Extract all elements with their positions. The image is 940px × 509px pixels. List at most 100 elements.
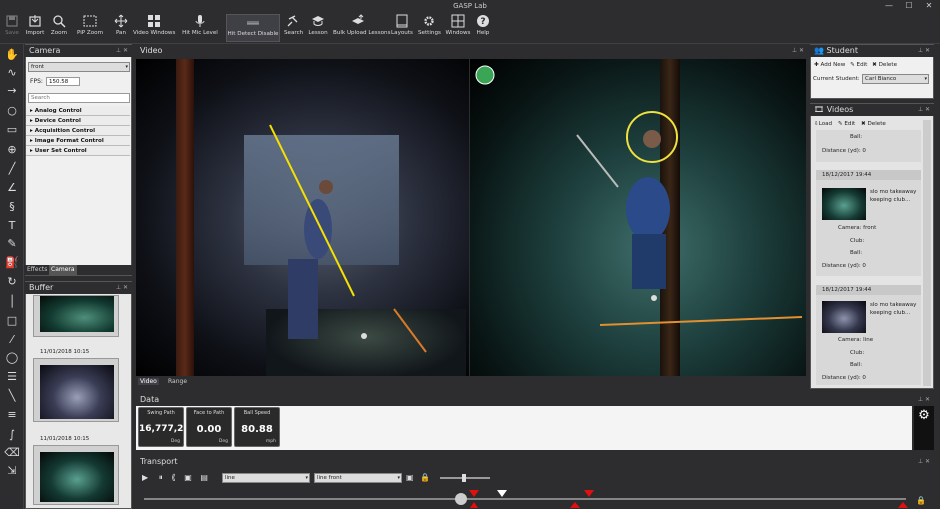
export-icon[interactable]: ⇲ xyxy=(4,464,20,478)
rewind-icon[interactable]: ⟪ xyxy=(171,473,175,482)
delete-video-button[interactable]: ✖ Delete xyxy=(861,121,886,127)
import-icon xyxy=(29,15,41,27)
maximize-button[interactable]: ☐ xyxy=(900,0,918,12)
pen-icon[interactable]: ∿ xyxy=(4,66,20,80)
grid-icon[interactable]: ≡ xyxy=(4,408,20,422)
marker-red[interactable] xyxy=(470,502,478,508)
videos-scrollbar[interactable] xyxy=(923,120,931,386)
buffer-thumb-1[interactable] xyxy=(33,358,119,422)
lock-icon[interactable]: 🔒 xyxy=(420,473,430,482)
arrow-icon[interactable]: → xyxy=(4,84,20,98)
marker-red[interactable] xyxy=(584,490,594,497)
spine-icon[interactable]: § xyxy=(4,200,20,214)
search-button[interactable]: Search xyxy=(284,14,303,42)
pip-zoom-button[interactable]: PiP Zoom xyxy=(76,14,104,42)
load-button[interactable]: ⇩Load xyxy=(814,121,832,127)
rotate-icon[interactable]: ↻ xyxy=(4,275,20,289)
buffer-thumb-0[interactable] xyxy=(33,295,119,337)
close-button[interactable]: ✕ xyxy=(920,0,938,12)
hit-mic-level-button[interactable]: Hit Mic Level xyxy=(182,14,218,42)
speed-slider-thumb[interactable] xyxy=(462,474,466,482)
text-icon[interactable]: T xyxy=(4,219,20,233)
timeline-thumb[interactable] xyxy=(455,493,467,505)
ellipse-icon[interactable]: ◯ xyxy=(4,351,20,365)
dropper-icon[interactable]: ⁄ xyxy=(4,333,20,347)
camera-select[interactable]: front ▾ xyxy=(28,62,130,72)
layouts-button[interactable]: Layouts xyxy=(390,14,414,42)
diagonal-icon[interactable]: ╲ xyxy=(4,389,20,403)
circle-icon[interactable]: ○ xyxy=(4,104,20,118)
pin-icon[interactable]: ⊥ ✕ xyxy=(116,282,128,294)
target-icon[interactable]: ⊕ xyxy=(4,143,20,157)
hand-icon[interactable]: ✋ xyxy=(4,48,20,62)
tree-device-control[interactable]: ▸ Device Control xyxy=(26,116,130,126)
brush-icon[interactable]: ✎ xyxy=(4,237,20,251)
video-card-2[interactable]: 18/12/2017 19:44 slo mo takeaway keeping… xyxy=(816,285,921,385)
video-front[interactable] xyxy=(136,59,469,376)
tree-user-set-control[interactable]: ▸ User Set Control xyxy=(26,146,130,156)
delete-student-button[interactable]: ✖ Delete xyxy=(872,62,897,68)
tab-camera[interactable]: Camera xyxy=(49,265,77,275)
snapshot-icon[interactable]: ▣ xyxy=(406,473,414,482)
rect-icon[interactable]: ▭ xyxy=(4,123,20,137)
tab-range[interactable]: Range xyxy=(168,378,187,385)
bulk-upload-lessons-button[interactable]: Bulk Upload Lessons xyxy=(333,14,391,42)
pin-icon[interactable]: ⊥ ✕ xyxy=(918,456,930,468)
lesson-button[interactable]: Lesson xyxy=(308,14,328,42)
help-button[interactable]: ? Help xyxy=(475,14,491,42)
lock-icon[interactable]: 🔒 xyxy=(916,496,926,505)
video-windows-button[interactable]: Video Windows xyxy=(133,14,175,42)
edit-video-button[interactable]: ✎ Edit xyxy=(838,121,855,127)
camera-icon[interactable]: ▣ xyxy=(184,473,192,482)
marker-white[interactable] xyxy=(497,490,507,497)
zoom-button[interactable]: Zoom xyxy=(48,14,70,42)
angle-icon[interactable]: ∠ xyxy=(4,181,20,195)
tree-acquisition-control[interactable]: ▸ Acquisition Control xyxy=(26,126,130,136)
pin-icon[interactable]: ⊥ ✕ xyxy=(918,394,930,406)
video-card-1[interactable]: 18/12/2017 19:44 slo mo takeaway keeping… xyxy=(816,170,921,276)
tree-analog-control[interactable]: ▸ Analog Control xyxy=(26,106,130,116)
square-icon[interactable]: □ xyxy=(4,314,20,328)
hit-detect-disable-button[interactable]: Hit Detect Disable xyxy=(226,14,280,42)
pin-icon[interactable]: ⊥ ✕ xyxy=(918,104,930,116)
import-button[interactable]: Import xyxy=(24,14,46,42)
line-icon[interactable]: ╱ xyxy=(4,162,20,176)
add-new-button[interactable]: ✚ Add New xyxy=(814,62,845,68)
marker-red[interactable] xyxy=(570,502,580,508)
camera-search-input[interactable] xyxy=(28,93,130,103)
transport-camera-select-b[interactable]: line front ▾ xyxy=(314,473,402,483)
transport-camera-select-a[interactable]: line ▾ xyxy=(222,473,310,483)
gear-icon[interactable]: ⚙ xyxy=(914,406,934,450)
pin-icon[interactable]: ⊥ ✕ xyxy=(116,45,128,57)
fps-value[interactable]: 150.58 xyxy=(46,77,80,86)
tree-image-format-control[interactable]: ▸ Image Format Control xyxy=(26,136,130,146)
tab-video[interactable]: Video xyxy=(138,378,159,385)
pin-icon[interactable]: ⊥ ✕ xyxy=(918,45,930,57)
current-student-select[interactable]: Carl Bianco ▾ xyxy=(862,74,929,84)
camera-a-value: line xyxy=(225,475,235,481)
vline-icon[interactable]: │ xyxy=(4,295,20,309)
timeline[interactable]: 🔒 xyxy=(136,486,934,509)
save-button[interactable]: Save xyxy=(3,14,21,42)
play-icon[interactable]: ▶ xyxy=(142,473,148,482)
pin-icon[interactable]: ⊥ ✕ xyxy=(792,45,804,57)
minimize-button[interactable]: — xyxy=(880,0,898,12)
video-card-0[interactable]: Ball: Distance (yd): 0 xyxy=(816,130,921,162)
fill-icon[interactable]: ⛽ xyxy=(4,256,20,270)
marker-red[interactable] xyxy=(469,490,479,497)
pan-button[interactable]: Pan xyxy=(112,14,130,42)
windows-button[interactable]: Windows xyxy=(445,14,471,42)
settings-button[interactable]: Settings xyxy=(418,14,441,42)
buffer-thumb-2[interactable] xyxy=(33,445,119,505)
eraser-icon[interactable]: ⌫ xyxy=(4,446,20,460)
tab-effects[interactable]: Effects xyxy=(27,266,47,273)
video-line[interactable] xyxy=(470,59,806,376)
pause-icon[interactable]: ⏸ xyxy=(159,473,163,482)
load-label: Load xyxy=(818,121,833,127)
record-icon[interactable]: ▤ xyxy=(200,473,208,482)
drawing-tools: ✋ ∿ → ○ ▭ ⊕ ╱ ∠ § T ✎ ⛽ ↻ │ □ ⁄ ◯ ☰ ╲ ≡ … xyxy=(0,44,24,509)
club-icon[interactable]: ∫ xyxy=(4,428,20,442)
marker-red[interactable] xyxy=(898,502,908,508)
edit-student-button[interactable]: ✎ Edit xyxy=(850,62,867,68)
lines-icon[interactable]: ☰ xyxy=(4,370,20,384)
